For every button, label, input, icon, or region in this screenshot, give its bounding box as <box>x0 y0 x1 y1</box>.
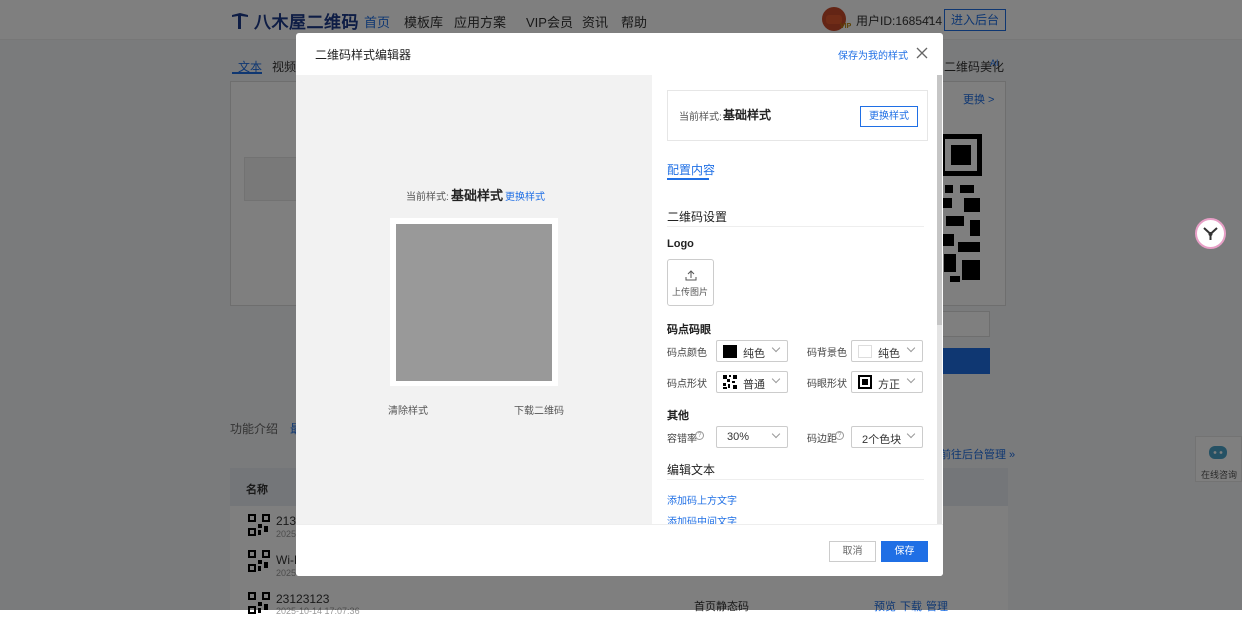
edit-text-heading: 编辑文本 <box>667 463 716 477</box>
dot-shape-select[interactable]: 普通 <box>716 371 788 393</box>
modal-header: 二维码样式编辑器 保存为我的样式 <box>296 33 943 75</box>
chevron-down-icon <box>771 343 781 353</box>
scrollbar-thumb[interactable] <box>937 75 942 325</box>
square-eye-icon <box>858 375 872 389</box>
eye-shape-label: 码眼形状 <box>807 379 847 390</box>
chevron-down-icon <box>906 429 916 439</box>
help-icon[interactable]: ? <box>695 431 704 440</box>
dot-pattern-icon <box>723 375 737 389</box>
error-correction-select[interactable]: 30% <box>716 426 788 448</box>
color-swatch-white <box>858 345 872 358</box>
modal-footer: 取消 保存 <box>296 524 943 576</box>
dot-shape-value: 普通 <box>743 379 765 391</box>
chevron-down-icon <box>771 429 781 439</box>
current-style-label: 当前样式: <box>406 192 449 203</box>
chevron-down-icon <box>771 374 781 384</box>
tab-config-content[interactable]: 配置内容 <box>667 161 715 178</box>
dot-color-value: 纯色 <box>743 348 765 360</box>
modal-title: 二维码样式编辑器 <box>315 48 412 62</box>
qr-preview-frame <box>390 218 558 386</box>
config-pane: 当前样式: 基础样式 更换样式 配置内容 二维码设置 Logo 上传图片 码点码… <box>652 75 943 558</box>
divider <box>667 226 924 227</box>
qr-preview-image <box>396 224 552 381</box>
download-qr-button[interactable]: 下载二维码 <box>514 402 564 417</box>
margin-value: 2个色块 <box>862 434 902 446</box>
save-button[interactable]: 保存 <box>881 541 928 562</box>
preview-pane: 当前样式: 基础样式 更换样式 清除样式 下载二维码 <box>296 75 652 558</box>
card-style-value: 基础样式 <box>723 108 772 122</box>
dot-color-label: 码点颜色 <box>667 348 707 359</box>
bg-color-label: 码背景色 <box>807 348 847 359</box>
change-style-button[interactable]: 更换样式 <box>860 106 918 127</box>
robot-icon <box>1203 227 1218 240</box>
dot-color-select[interactable]: 纯色 <box>716 340 788 362</box>
clear-style-button[interactable]: 清除样式 <box>388 402 428 417</box>
upload-logo-button[interactable]: 上传图片 <box>667 259 714 306</box>
save-as-my-style-link[interactable]: 保存为我的样式 <box>838 47 908 62</box>
logo-label: Logo <box>667 238 694 250</box>
tab-underline <box>667 178 709 180</box>
eye-shape-value: 方正 <box>878 379 900 391</box>
error-correction-label: 容错率 <box>667 434 697 445</box>
current-style-card: 当前样式: 基础样式 更换样式 <box>667 90 928 141</box>
assistant-float-button[interactable] <box>1195 218 1226 249</box>
bg-color-value: 纯色 <box>878 348 900 360</box>
close-icon[interactable] <box>916 47 928 59</box>
margin-select[interactable]: 2个色块 <box>851 426 923 448</box>
margin-label: 码边距 <box>807 434 837 445</box>
chevron-down-icon <box>906 343 916 353</box>
help-icon[interactable]: ? <box>835 431 844 440</box>
eye-shape-select[interactable]: 方正 <box>851 371 923 393</box>
current-style-value: 基础样式 <box>451 188 504 203</box>
qr-style-editor-modal: 二维码样式编辑器 保存为我的样式 当前样式: 基础样式 更换样式 清除样式 下载… <box>296 33 943 576</box>
change-style-link[interactable]: 更换样式 <box>505 188 545 203</box>
upload-label: 上传图片 <box>672 287 709 297</box>
error-correction-value: 30% <box>727 431 750 443</box>
dot-shape-label: 码点形状 <box>667 379 707 390</box>
scrollbar-track[interactable] <box>937 75 942 558</box>
dot-eye-heading: 码点码眼 <box>667 324 711 336</box>
bg-color-select[interactable]: 纯色 <box>851 340 923 362</box>
qr-settings-heading: 二维码设置 <box>667 210 728 224</box>
color-swatch-black <box>723 345 737 358</box>
other-heading: 其他 <box>667 410 689 422</box>
divider <box>667 479 924 480</box>
chevron-down-icon <box>906 374 916 384</box>
upload-icon <box>685 270 697 281</box>
cancel-button[interactable]: 取消 <box>829 541 876 562</box>
card-style-label: 当前样式: <box>679 112 722 123</box>
add-top-text-link[interactable]: 添加码上方文字 <box>667 492 737 507</box>
